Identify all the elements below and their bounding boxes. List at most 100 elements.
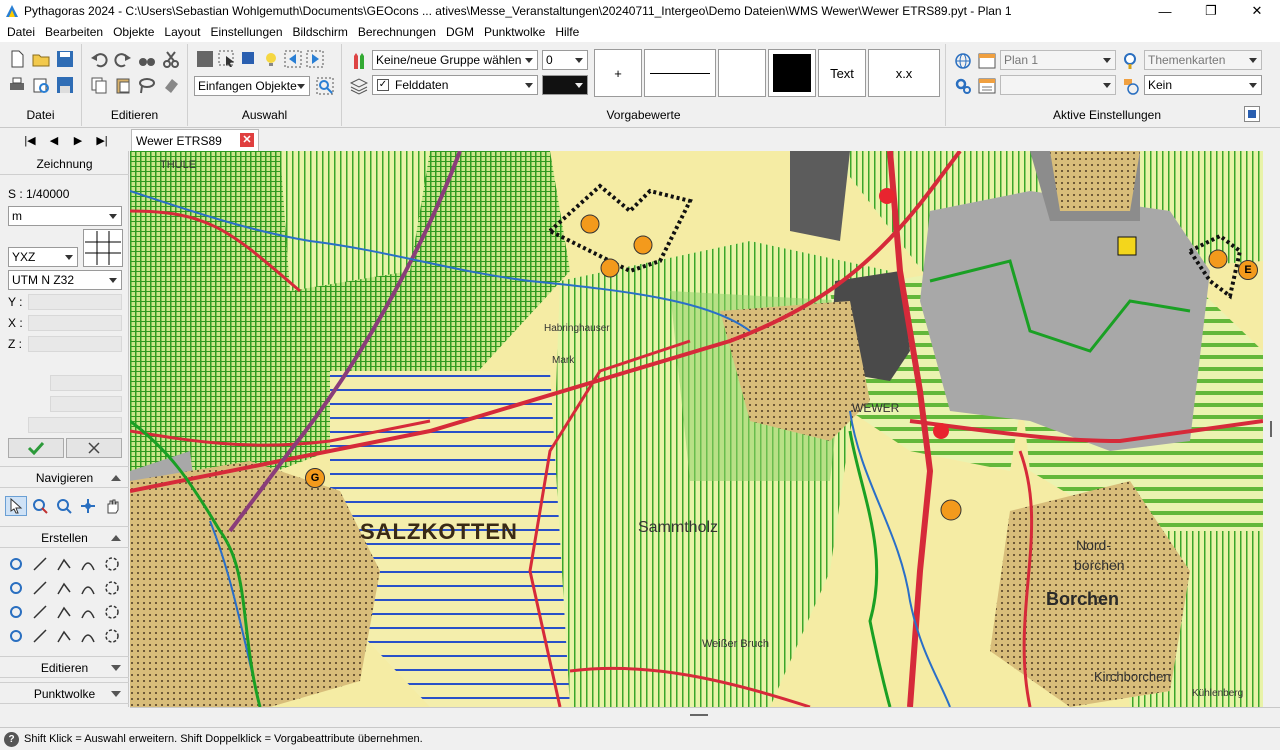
layer-checkbox[interactable]: ✓	[377, 79, 389, 91]
paste-icon[interactable]	[112, 74, 134, 96]
layer-select-combo[interactable]: ✓ Felddaten	[372, 75, 538, 95]
prev-page-icon[interactable]: ◀	[46, 132, 62, 148]
maximize-button[interactable]: ❐	[1188, 0, 1234, 22]
menu-bildschirm[interactable]: Bildschirm	[288, 25, 353, 39]
close-window-button[interactable]: ✕	[1234, 0, 1280, 22]
window-icon[interactable]	[976, 50, 998, 72]
print-preview-icon[interactable]	[30, 74, 52, 96]
scissors-icon[interactable]	[160, 48, 182, 70]
section-zeichnung[interactable]: Zeichnung	[0, 153, 129, 175]
dimension-tool-icon[interactable]	[29, 626, 51, 646]
capture-objects-combo[interactable]: Einfangen Objekte	[194, 76, 310, 96]
line-style-button[interactable]	[644, 49, 716, 97]
menu-layout[interactable]: Layout	[159, 25, 205, 39]
marker-minus[interactable]	[940, 499, 962, 521]
theme-map-combo[interactable]: Themenkarten	[1144, 50, 1262, 70]
fill-white-button[interactable]	[718, 49, 766, 97]
spline-tool-icon[interactable]	[101, 602, 123, 622]
last-page-icon[interactable]: ▶|	[94, 132, 110, 148]
dashed-arc-tool-icon[interactable]	[29, 578, 51, 598]
menu-objekte[interactable]: Objekte	[108, 25, 159, 39]
select-next-icon[interactable]	[304, 48, 326, 70]
menu-einstellungen[interactable]: Einstellungen	[205, 25, 287, 39]
number-combo[interactable]: 0	[542, 50, 588, 70]
x-field[interactable]	[28, 315, 122, 331]
number-format-button[interactable]: x.x	[868, 49, 940, 97]
point-style-button[interactable]: +	[594, 49, 642, 97]
section-navigieren[interactable]: Navigieren	[0, 466, 129, 488]
color-combo[interactable]	[542, 75, 588, 95]
extra-field-3[interactable]	[28, 417, 122, 433]
menu-datei[interactable]: Datei	[2, 25, 40, 39]
save-as-icon[interactable]	[54, 74, 76, 96]
select-arrow-tool[interactable]	[5, 496, 27, 516]
lasso-icon[interactable]	[136, 74, 158, 96]
line-tool-icon[interactable]	[29, 554, 51, 574]
hammer-tool-icon[interactable]	[53, 626, 75, 646]
window-list-icon[interactable]	[976, 75, 998, 97]
globe-settings-icon[interactable]	[1120, 75, 1142, 97]
polygon-tool-icon[interactable]	[53, 578, 75, 598]
text-tool-icon[interactable]	[5, 626, 27, 646]
open-folder-icon[interactable]	[30, 48, 52, 70]
save-icon[interactable]	[54, 48, 76, 70]
eraser-icon[interactable]	[160, 74, 182, 96]
label-tool-icon[interactable]	[77, 626, 99, 646]
select-pointer-icon[interactable]	[216, 48, 238, 70]
marker-a[interactable]	[633, 235, 653, 255]
extra-field-1[interactable]	[50, 375, 122, 391]
copy-icon[interactable]	[88, 74, 110, 96]
polyline-tool-icon[interactable]	[53, 554, 75, 574]
parallel-tool-icon[interactable]	[53, 602, 75, 622]
gears-icon[interactable]	[952, 75, 974, 97]
cancel-button[interactable]	[66, 438, 122, 458]
select-add-icon[interactable]	[238, 48, 260, 70]
zoom-select-icon[interactable]	[314, 75, 336, 97]
crs-combo[interactable]: UTM N Z32	[8, 270, 122, 290]
circle-tool-icon[interactable]	[77, 578, 99, 598]
confirm-button[interactable]	[8, 438, 64, 458]
scroll-grip[interactable]	[1270, 421, 1272, 437]
new-file-icon[interactable]	[6, 48, 28, 70]
hand-tool[interactable]	[101, 496, 123, 516]
dashed-line-tool-icon[interactable]	[5, 578, 27, 598]
menu-punktwolke[interactable]: Punktwolke	[479, 25, 550, 39]
undo-icon[interactable]	[88, 48, 110, 70]
select-rect-icon[interactable]	[194, 48, 216, 70]
marker-a[interactable]	[600, 258, 620, 278]
group-select-combo[interactable]: Keine/neue Gruppe wählen	[372, 50, 538, 70]
print-icon[interactable]	[6, 74, 28, 96]
next-page-icon[interactable]: ▶	[70, 132, 86, 148]
section-erstellen[interactable]: Erstellen	[0, 526, 129, 548]
section-editieren[interactable]: Editieren	[0, 656, 129, 678]
fill-black-button[interactable]	[768, 49, 816, 97]
marker-a[interactable]	[580, 214, 600, 234]
menu-hilfe[interactable]: Hilfe	[550, 25, 584, 39]
marker-e[interactable]: E	[1238, 260, 1258, 280]
minimize-button[interactable]: —	[1142, 0, 1188, 22]
extra-field-2[interactable]	[50, 396, 122, 412]
arc-tool-icon[interactable]	[77, 554, 99, 574]
zoom-in-tool[interactable]	[53, 496, 75, 516]
splitter-grip[interactable]	[690, 714, 708, 716]
marker-a[interactable]	[1208, 249, 1228, 269]
select-light-icon[interactable]	[260, 48, 282, 70]
redo-icon[interactable]	[112, 48, 134, 70]
plan-combo[interactable]: Plan 1	[1000, 50, 1116, 70]
ribbon-expand-icon[interactable]	[1244, 106, 1260, 122]
select-prev-icon[interactable]	[282, 48, 304, 70]
perpendicular-tool-icon[interactable]	[77, 602, 99, 622]
section-punktwolke[interactable]: Punktwolke	[0, 682, 129, 704]
layers-icon[interactable]	[348, 75, 370, 97]
vertical-scrollbar[interactable]	[1263, 151, 1280, 707]
grid-icon[interactable]	[83, 229, 123, 267]
ellipse-tool-icon[interactable]	[101, 578, 123, 598]
parking-symbol-tool-icon[interactable]	[29, 602, 51, 622]
cross-tool-icon[interactable]	[5, 602, 27, 622]
search-map-icon[interactable]	[1120, 50, 1142, 72]
axis-combo[interactable]: YXZ	[8, 247, 78, 267]
menu-berechnungen[interactable]: Berechnungen	[353, 25, 441, 39]
tab-wewer-etrs89[interactable]: Wewer ETRS89 ✕	[131, 129, 259, 151]
pencils-icon[interactable]	[348, 50, 370, 72]
pan-cross-tool[interactable]	[77, 496, 99, 516]
